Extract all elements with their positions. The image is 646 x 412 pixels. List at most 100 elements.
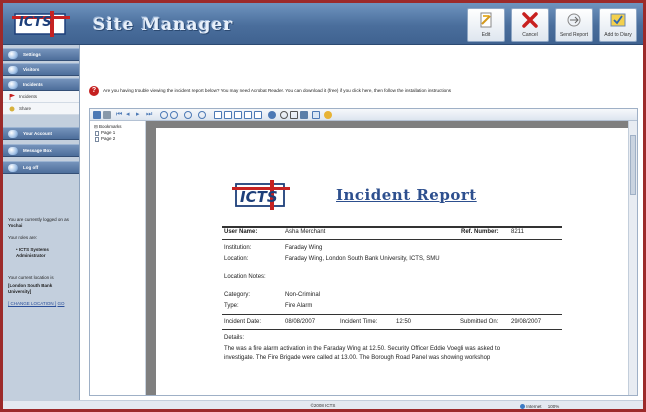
report-title: Incident Report bbox=[336, 186, 477, 204]
scrollbar-thumb[interactable] bbox=[630, 135, 636, 195]
edit-icon bbox=[480, 12, 492, 28]
sidebar-subitem-label: Share bbox=[19, 106, 32, 111]
role-item: • ICTS Systems Administrator bbox=[16, 247, 49, 258]
help-icon[interactable] bbox=[324, 111, 332, 119]
zoom-level[interactable]: 100% bbox=[548, 404, 560, 409]
zoom-in-icon[interactable] bbox=[198, 111, 206, 119]
user-name-value: Asha Merchant bbox=[285, 229, 326, 235]
page-title: Site Manager bbox=[93, 15, 234, 35]
log-off-icon bbox=[8, 164, 18, 172]
send-report-icon bbox=[567, 13, 581, 27]
bookmark-page-2[interactable]: Page 2 bbox=[92, 136, 143, 142]
app-header: ICTS Site Manager Edit Cancel Send Repor… bbox=[3, 3, 643, 45]
snapshot-icon[interactable] bbox=[300, 111, 308, 119]
sidebar-subitem-incidents[interactable]: Incidents bbox=[3, 91, 79, 103]
send-report-button[interactable]: Send Report bbox=[555, 8, 593, 42]
incident-date-label: Incident Date: bbox=[224, 319, 262, 325]
category-label: Category: bbox=[224, 292, 251, 298]
save-icon[interactable] bbox=[93, 111, 101, 119]
go-link[interactable]: GO bbox=[57, 301, 64, 306]
divider bbox=[222, 314, 562, 315]
message-icon bbox=[8, 147, 18, 155]
submitted-label: Submitted On: bbox=[460, 319, 499, 325]
sidebar-item-label: Incidents bbox=[23, 82, 43, 87]
sidebar-item-incidents[interactable]: Incidents bbox=[3, 78, 79, 91]
details-text: The was a fire alarm activation in the F… bbox=[224, 346, 501, 352]
send-report-label: Send Report bbox=[559, 32, 589, 38]
incident-time-label: Incident Time: bbox=[340, 319, 378, 325]
edit-button[interactable]: Edit bbox=[467, 8, 505, 42]
sidebar-item-label: Settings bbox=[23, 52, 41, 57]
roles-label: Your roles are: bbox=[8, 235, 38, 240]
browser-status-bar: Internet 100% bbox=[520, 404, 560, 410]
cancel-icon bbox=[522, 12, 538, 28]
vertical-scrollbar[interactable] bbox=[628, 121, 637, 395]
add-to-diary-button[interactable]: Add to Diary bbox=[599, 8, 637, 42]
details-text: investigate. The Fire Brigade were calle… bbox=[224, 355, 491, 361]
type-value: Fire Alarm bbox=[285, 303, 313, 309]
print-icon[interactable] bbox=[103, 111, 111, 119]
report-logo-text: ICTS bbox=[240, 188, 278, 206]
find-icon[interactable] bbox=[268, 111, 276, 119]
fit-width-icon[interactable] bbox=[234, 111, 242, 119]
zone-text: Internet bbox=[526, 404, 542, 409]
submitted-value: 29/08/2007 bbox=[511, 319, 542, 325]
visitors-icon bbox=[8, 66, 18, 74]
change-location-link[interactable]: [ CHANGE LOCATION ] bbox=[8, 301, 56, 306]
current-location: [London South Bank University] bbox=[8, 283, 53, 294]
share-icon bbox=[9, 106, 15, 112]
logged-in-text: You are currently logged on as Yochai bbox=[8, 217, 69, 228]
bookmarks-panel: ⊟ Bookmarks Page 1 Page 2 bbox=[90, 121, 146, 395]
sidebar-item-message-box[interactable]: Message Box bbox=[3, 144, 79, 157]
cancel-button[interactable]: Cancel bbox=[511, 8, 549, 42]
report-page: ICTS Incident Report User Name: Asha Mer… bbox=[156, 128, 628, 395]
details-label: Details: bbox=[224, 335, 245, 341]
acrobat-notice: ? Are you having trouble viewing the inc… bbox=[89, 85, 629, 97]
forward-icon[interactable] bbox=[170, 111, 178, 119]
location-notes-label: Location Notes: bbox=[224, 274, 266, 280]
back-icon[interactable] bbox=[160, 111, 168, 119]
hand-tool-icon[interactable] bbox=[280, 111, 288, 119]
pdf-toolbar: ⏮ ◂ ▸ ⏭ bbox=[90, 109, 637, 121]
header-logo-text: ICTS bbox=[19, 15, 52, 30]
incidents-icon bbox=[8, 81, 18, 89]
sidebar-item-label: Your Account bbox=[23, 131, 52, 136]
notice-text: Are you having trouble viewing the incid… bbox=[103, 88, 452, 93]
pdf-viewer: ⏮ ◂ ▸ ⏭ ⊟ Bookmarks Page 1 Page 2 ICTS I… bbox=[89, 108, 638, 396]
add-to-diary-label: Add to Diary bbox=[604, 32, 632, 38]
first-page-icon[interactable]: ⏮ bbox=[116, 111, 124, 119]
last-page-icon[interactable]: ⏭ bbox=[146, 111, 154, 119]
sidebar: Settings Visitors Incidents Incidents Sh… bbox=[3, 45, 80, 400]
previous-page-icon[interactable]: ◂ bbox=[126, 111, 134, 119]
institution-label: Institution: bbox=[224, 245, 252, 251]
sidebar-subitem-share[interactable]: Share bbox=[3, 103, 79, 115]
sidebar-item-label: Message Box bbox=[23, 148, 52, 153]
page-layout-icon[interactable] bbox=[254, 111, 262, 119]
internet-zone-icon bbox=[520, 404, 525, 410]
rotate-icon[interactable] bbox=[244, 111, 252, 119]
sidebar-item-label: Log off bbox=[23, 165, 39, 170]
sidebar-item-log-off[interactable]: Log off bbox=[3, 161, 79, 174]
cancel-label: Cancel bbox=[522, 32, 538, 38]
actual-size-icon[interactable] bbox=[224, 111, 232, 119]
diary-icon bbox=[610, 13, 626, 27]
type-label: Type: bbox=[224, 303, 239, 309]
location-value: Faraday Wing, London South Bank Universi… bbox=[285, 256, 440, 262]
category-value: Non-Criminal bbox=[285, 292, 321, 298]
fit-page-icon[interactable] bbox=[214, 111, 222, 119]
divider bbox=[222, 239, 562, 240]
incident-time-value: 12:50 bbox=[396, 319, 412, 325]
sidebar-item-visitors[interactable]: Visitors bbox=[3, 63, 79, 76]
sidebar-item-your-account[interactable]: Your Account bbox=[3, 127, 79, 140]
zoom-out-icon[interactable] bbox=[184, 111, 192, 119]
settings-icon bbox=[8, 51, 18, 59]
account-icon bbox=[8, 130, 18, 138]
sidebar-item-settings[interactable]: Settings bbox=[3, 48, 79, 61]
main-content: ? Are you having trouble viewing the inc… bbox=[81, 45, 643, 400]
next-page-icon[interactable]: ▸ bbox=[136, 111, 144, 119]
bookmarks-toggle-icon[interactable] bbox=[312, 111, 320, 119]
location-label: Location: bbox=[224, 256, 249, 262]
select-text-icon[interactable] bbox=[290, 111, 298, 119]
divider bbox=[222, 226, 562, 228]
sidebar-subitem-label: Incidents bbox=[19, 94, 38, 99]
